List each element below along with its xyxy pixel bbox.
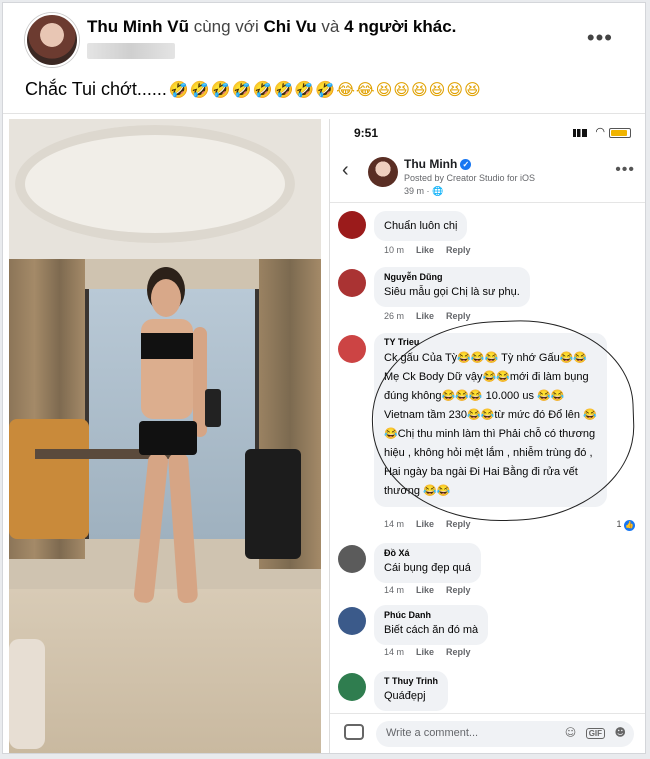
leg-right [167,452,199,604]
ceiling-light [15,125,295,243]
verified-badge-icon: ✓ [460,159,472,170]
signal-icon [573,129,587,137]
commenter-avatar[interactable] [338,211,366,239]
commenter-avatar[interactable] [338,607,366,635]
post-caption: Chắc Tui chớt...... 🤣🤣🤣🤣🤣🤣🤣🤣😂😂😆😆😆😆😆😆 [25,79,482,100]
post-card: Thu Minh Vũ cùng với Chi Vu và 4 người k… [2,2,646,754]
like-icon: 👍 [624,520,635,531]
comment-bubble: Phúc Danh Biết cách ăn đó mà [374,605,489,645]
child-figure [9,639,45,749]
reply-button[interactable]: Reply [446,245,471,255]
sofa [9,419,89,539]
divider [3,113,645,114]
woman-figure [129,279,221,609]
commenter-name[interactable]: T Thuy Trinh [384,676,438,686]
others-link[interactable]: 4 người khác. [344,17,456,36]
sticker-icon[interactable]: ☺ [565,726,576,739]
comment-bubble: Đồ Xá Cái bụng đẹp quá [374,543,481,583]
reply-button[interactable]: Reply [446,585,471,595]
caption-text: Chắc Tui chớt...... [25,79,167,99]
comment-bubble: Chuẩn luôn chị [374,211,468,241]
page-avatar[interactable] [368,157,398,187]
phone-in-hand [205,389,221,427]
reply-button[interactable]: Reply [446,647,471,657]
comment-composer: Write a comment... ☺ GIF ☻ [330,713,645,753]
wifi-icon: ◠ [595,126,605,138]
gif-icon[interactable]: GIF [585,728,606,739]
comment-input[interactable]: Write a comment... ☺ GIF ☻ [376,721,634,747]
commenter-avatar[interactable] [338,545,366,573]
comment-bubble: TY Trieu Ck gấu Của Tỳ😂😂😂 Tỳ nhớ Gấu😂😂 M… [374,333,607,507]
more-options-icon[interactable]: ••• [587,25,613,51]
tagged-name[interactable]: Chi Vu [263,17,316,36]
author-avatar[interactable] [25,13,79,67]
caption-emojis: 🤣🤣🤣🤣🤣🤣🤣🤣😂😂😆😆😆😆😆😆 [168,80,482,99]
comment-text: Cái bụng đẹp quá [384,562,471,574]
comment-item: Đồ Xá Cái bụng đẹp quá 14 m Like Reply [338,543,639,595]
chair [245,449,301,559]
black-shorts [139,421,197,455]
comment-text: Chuẩn luôn chị [384,220,458,232]
comment-meta: 14 m Like Reply [384,519,471,529]
post-photo-left[interactable] [9,119,321,753]
blurred-timestamp [87,43,175,59]
comment-bubble: T Thuy Trinh Quáđẹpj [374,671,448,711]
commenter-name[interactable]: Đồ Xá [384,548,471,558]
status-bar: 9:51 ◠ [330,119,645,145]
comment-text: Ck gấu Của Tỳ😂😂😂 Tỳ nhớ Gấu😂😂 Mẹ Ck Body… [384,352,597,497]
page-subtitle: Posted by Creator Studio for iOS [404,173,536,183]
comment-meta: 14 m Like Reply [384,585,471,595]
commenter-avatar[interactable] [338,335,366,363]
like-button[interactable]: Like [416,585,434,595]
commenter-name[interactable]: TY Trieu [384,337,597,347]
commenter-avatar[interactable] [338,269,366,297]
battery-icon [609,128,631,138]
comment-meta: 14 m Like Reply [384,647,471,657]
comment-item: Nguyễn Dũng Siêu mẫu gọi Chị là sư phụ. … [338,267,639,323]
comment-bubble: Nguyễn Dũng Siêu mẫu gọi Chị là sư phụ. [374,267,530,307]
comment-meta: 26 m Like Reply [384,311,471,321]
comment-text: Siêu mẫu gọi Chị là sư phụ. [384,286,520,298]
comment-item: Phúc Danh Biết cách ăn đó mà 14 m Like Rep… [338,605,639,657]
like-button[interactable]: Like [416,245,434,255]
status-clock: 9:51 [354,126,379,140]
page-time: 39 m · 🌐 [404,186,444,196]
ceiling [9,119,321,259]
comment-text: Biết cách ăn đó mà [384,624,479,636]
back-arrow-icon[interactable]: ‹ [342,159,349,182]
reply-button[interactable]: Reply [446,519,471,529]
composer-icons: ☺ GIF ☻ [559,726,626,739]
commenter-name[interactable]: Phúc Danh [384,610,478,620]
comment-meta: 10 m Like Reply [384,245,471,255]
more-options-icon[interactable]: ••• [615,161,635,179]
black-top [141,333,193,359]
and-text: và [321,17,340,36]
comment-item: Chuẩn luôn chị 10 m Like Reply [338,211,639,255]
head [151,279,181,317]
fb-post-header: ‹ Thu Minh ✓ Posted by Creator Studio for… [330,149,645,203]
author-name[interactable]: Thu Minh Vũ [87,17,189,36]
like-button[interactable]: Like [416,311,434,321]
emoji-icon[interactable]: ☻ [615,726,626,739]
commenter-avatar[interactable] [338,673,366,701]
with-text: cùng với [193,17,259,36]
reply-button[interactable]: Reply [446,311,471,321]
commenter-name[interactable]: Nguyễn Dũng [384,272,520,282]
post-photo-right-screenshot[interactable]: 9:51 ◠ ‹ Thu Minh ✓ Posted by Creator Stu… [329,119,645,753]
floor [9,589,321,753]
like-button[interactable]: Like [416,519,434,529]
reaction-count[interactable]: 1 👍 [616,519,635,531]
camera-icon[interactable] [344,724,364,740]
author-line: Thu Minh Vũ cùng với Chi Vu và 4 người k… [87,17,456,37]
page-name[interactable]: Thu Minh ✓ [404,157,472,171]
comment-item-highlighted: TY Trieu Ck gấu Của Tỳ😂😂😂 Tỳ nhớ Gấu😂😂 M… [338,333,639,531]
leg-left [133,452,169,604]
comment-item: T Thuy Trinh Quáđẹpj [338,671,639,711]
post-header: Thu Minh Vũ cùng với Chi Vu và 4 người k… [25,13,635,71]
comment-input-placeholder: Write a comment... [386,727,479,739]
comment-text: Quáđẹpj [384,690,426,702]
like-button[interactable]: Like [416,647,434,657]
